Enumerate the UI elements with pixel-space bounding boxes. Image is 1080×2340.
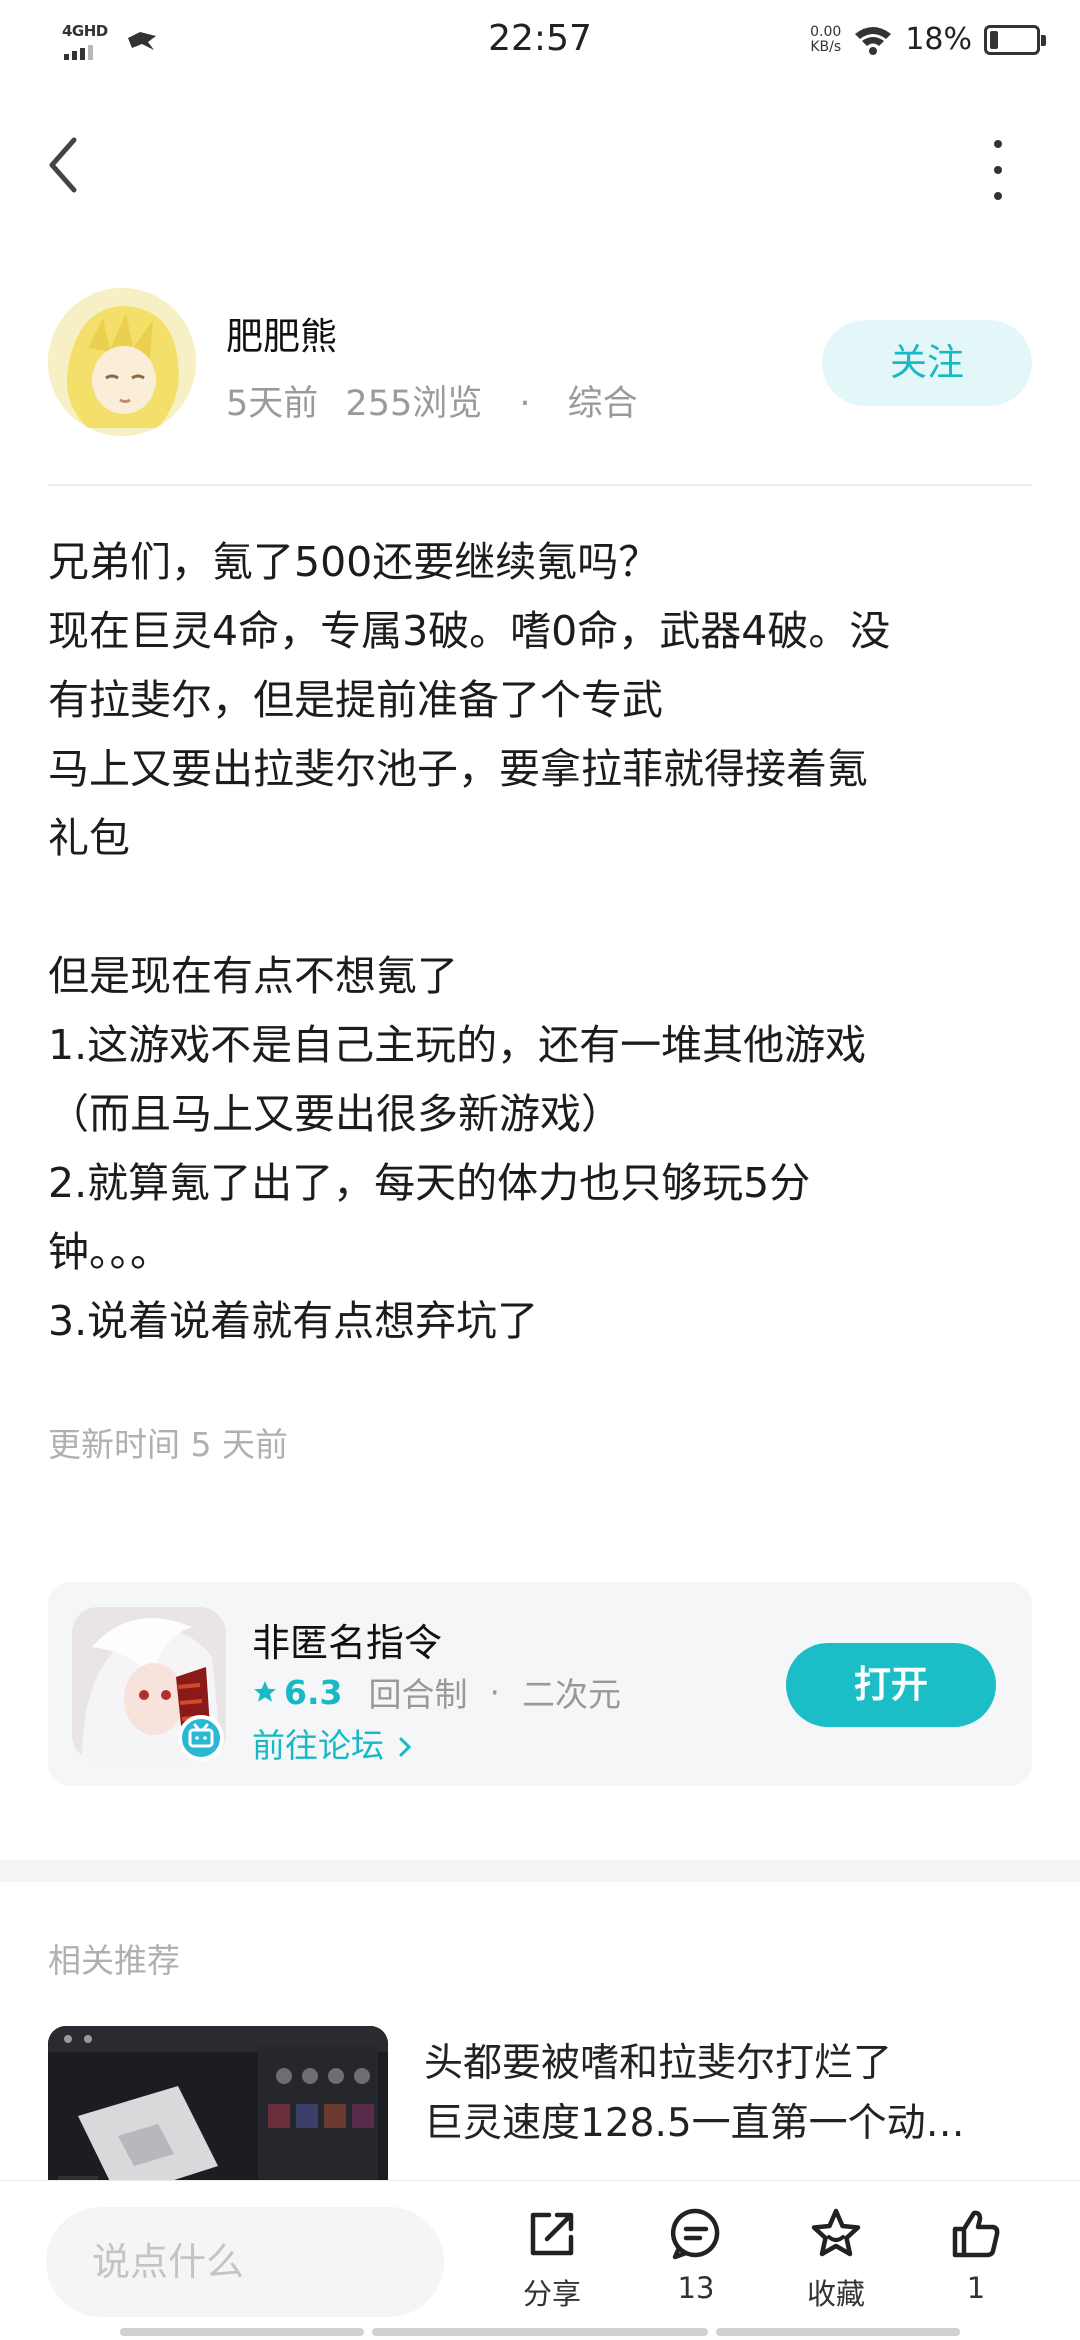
favorite-label: 收藏 bbox=[806, 2277, 865, 2311]
game-score: 6.3 bbox=[284, 1672, 343, 1712]
network-speed: 0.00 KB/s bbox=[810, 23, 842, 55]
star-icon bbox=[254, 1681, 276, 1702]
forum-link-label: 前往论坛 bbox=[252, 1726, 384, 1765]
comment-count: 13 bbox=[677, 2271, 715, 2305]
battery-percent: 18% bbox=[905, 22, 972, 57]
related-item-title[interactable]: 头都要被嗜和拉斐尔打烂了 巨灵速度128.5一直第一个动… bbox=[424, 2034, 1044, 2154]
avatar-image bbox=[48, 288, 196, 436]
meta-separator: · bbox=[489, 1672, 500, 1712]
dot-icon bbox=[994, 166, 1002, 174]
related-title: 相关推荐 bbox=[48, 1941, 180, 1980]
chevron-right-icon bbox=[399, 1737, 411, 1757]
post-line: （而且马上又要出很多新游戏） bbox=[48, 1090, 622, 1138]
forum-link[interactable]: 前往论坛 bbox=[252, 1719, 415, 1767]
post-line: 钟。。。 bbox=[48, 1228, 171, 1276]
post-line: 现在巨灵4命，专属3破。嗜0命，武器4破。没 bbox=[48, 607, 891, 655]
share-button[interactable]: 分享 bbox=[492, 2205, 612, 2323]
thumbs-up-icon bbox=[952, 2210, 1000, 2258]
game-card[interactable]: 非匿名指令 6.3 回合制 · 二次元 前往论坛 打开 bbox=[48, 1582, 1032, 1786]
post-line: 但是现在有点不想氪了 bbox=[48, 952, 458, 1000]
post-meta: 5天前 255浏览 · 综合 bbox=[226, 375, 638, 426]
post-line: 礼包 bbox=[48, 814, 130, 862]
author-name[interactable]: 肥肥熊 bbox=[226, 306, 337, 360]
post-age: 5天前 bbox=[226, 384, 319, 424]
app-badge-icon bbox=[178, 1715, 224, 1761]
post-line: 1.这游戏不是自己主玩的，还有一堆其他游戏 bbox=[48, 1021, 867, 1069]
comment-icon bbox=[670, 2208, 720, 2260]
post-line: 3.说着说着就有点想弃坑了 bbox=[48, 1297, 539, 1345]
related-title-line: 头都要被嗜和拉斐尔打烂了 bbox=[424, 2041, 893, 2086]
comment-input[interactable]: 说点什么 bbox=[46, 2207, 444, 2317]
game-meta: 6.3 回合制 · 二次元 bbox=[252, 1668, 621, 1716]
favorite-button[interactable]: 收藏 bbox=[776, 2205, 896, 2323]
post-line: 兄弟们，氪了500还要继续氪吗？ bbox=[48, 538, 660, 586]
meta-separator: · bbox=[519, 384, 531, 424]
game-name[interactable]: 非匿名指令 bbox=[252, 1612, 442, 1667]
gesture-bar bbox=[372, 2328, 708, 2336]
related-title-line: 巨灵速度128.5一直第一个动… bbox=[424, 2101, 965, 2146]
divider bbox=[48, 484, 1032, 486]
more-options-button[interactable] bbox=[978, 140, 1018, 200]
wifi-icon bbox=[855, 26, 892, 55]
battery-level bbox=[990, 30, 998, 49]
post-category: 综合 bbox=[567, 384, 638, 424]
gesture-bar bbox=[120, 2328, 364, 2336]
dot-icon bbox=[994, 140, 1002, 148]
post-line: 马上又要出拉斐尔池子，要拿拉菲就得接着氪 bbox=[48, 745, 868, 793]
open-game-button[interactable]: 打开 bbox=[786, 1643, 996, 1727]
author-avatar[interactable] bbox=[48, 288, 196, 436]
back-button[interactable] bbox=[40, 130, 90, 200]
view-count: 255浏览 bbox=[345, 384, 483, 424]
game-style: 二次元 bbox=[521, 1675, 621, 1714]
star-outline-icon bbox=[811, 2208, 861, 2257]
follow-button[interactable]: 关注 bbox=[822, 320, 1032, 406]
battery-icon bbox=[984, 24, 1046, 55]
status-bar: 4GHD 22:57 0.00 KB/s 18% bbox=[0, 0, 1080, 84]
bottom-action-bar: 说点什么 分享 13 收藏 1 bbox=[0, 2180, 1080, 2340]
game-genre: 回合制 bbox=[368, 1675, 468, 1714]
like-count: 1 bbox=[966, 2271, 986, 2305]
comment-button[interactable]: 13 bbox=[636, 2205, 756, 2323]
post-line: 2.就算氪了出了，每天的体力也只够玩5分 bbox=[48, 1159, 811, 1207]
like-button[interactable]: 1 bbox=[916, 2205, 1036, 2323]
post-line: 有拉斐尔，但是提前准备了个专武 bbox=[48, 676, 663, 724]
share-icon bbox=[530, 2212, 574, 2256]
gesture-bar bbox=[716, 2328, 960, 2336]
post-content: 兄弟们，氪了500还要继续氪吗？ 现在巨灵4命，专属3破。嗜0命，武器4破。没 … bbox=[48, 528, 1038, 1356]
dot-icon bbox=[994, 192, 1002, 200]
update-time: 更新时间 5 天前 bbox=[48, 1425, 288, 1464]
post-line bbox=[48, 873, 1038, 942]
share-label: 分享 bbox=[522, 2277, 581, 2311]
section-divider bbox=[0, 1860, 1080, 1882]
